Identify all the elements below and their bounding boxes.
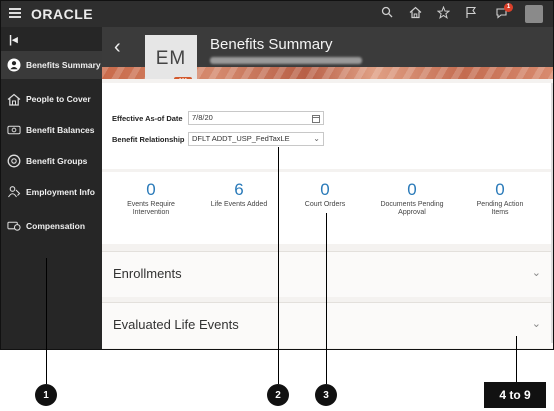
effective-date-field[interactable]: 7/8/20 <box>188 111 324 125</box>
benefit-relationship-select[interactable]: DFLT ADDT_USP_FedTaxLE ⌄ <box>188 132 324 146</box>
house-icon <box>7 92 21 106</box>
sidebar-item-compensation[interactable]: Compensation <box>1 212 102 240</box>
callout-1-leader <box>46 258 47 384</box>
stat-value: 0 <box>320 180 330 199</box>
stat-life-events-added[interactable]: 6 Life Events Added <box>199 180 279 209</box>
stat-label: Pending Action Items <box>476 201 524 216</box>
summary-counts: 0 Events Require Intervention 6 Life Eve… <box>102 172 553 244</box>
stat-court-orders[interactable]: 0 Court Orders <box>285 180 365 209</box>
search-icon[interactable] <box>379 6 395 22</box>
sidebar-item-employment-info[interactable]: Employment Info <box>1 178 102 206</box>
sidebar-item-benefit-balances[interactable]: Benefit Balances <box>1 116 102 144</box>
global-header: ORACLE 1 <box>1 1 553 27</box>
stat-label: Court Orders <box>304 201 346 208</box>
stat-label: Life Events Added <box>210 201 268 208</box>
page-title: Benefits Summary <box>210 36 333 53</box>
main-content: ‹ EM ••• Benefits Summary Effective As-o… <box>102 27 553 349</box>
avatar: EM <box>145 35 197 79</box>
stat-pending-action-items[interactable]: 0 Pending Action Items <box>460 180 540 217</box>
person-icon <box>7 58 21 72</box>
callout-2-leader <box>278 147 279 384</box>
balances-icon <box>7 123 21 137</box>
groups-icon <box>7 154 21 168</box>
back-icon[interactable]: ‹ <box>114 37 121 57</box>
stat-value: 6 <box>234 180 244 199</box>
employment-icon <box>7 185 21 199</box>
more-actions-button[interactable]: ••• <box>174 76 192 79</box>
compensation-icon <box>7 219 21 233</box>
menu-icon[interactable] <box>9 8 21 18</box>
sidebar-item-benefit-groups[interactable]: Benefit Groups <box>1 147 102 175</box>
callout-4-to-9: 4 to 9 <box>484 382 546 408</box>
section-title: Enrollments <box>113 266 182 281</box>
sidebar-item-label: Benefit Groups <box>26 156 88 166</box>
stat-value: 0 <box>495 180 505 199</box>
sidebar: |◂ Benefits Summary People to Cover Bene… <box>1 27 102 349</box>
stat-label: Events Require Intervention <box>127 201 175 216</box>
callout-4-9-leader <box>516 336 517 382</box>
callout-3: 3 <box>315 384 337 406</box>
section-enrollments[interactable]: Enrollments ⌄ <box>102 251 553 297</box>
collapse-sidebar-icon[interactable]: |◂ <box>9 33 18 46</box>
callout-2: 2 <box>267 384 289 406</box>
sidebar-item-label: Compensation <box>26 221 86 231</box>
callout-1: 1 <box>35 384 57 406</box>
home-icon[interactable] <box>407 6 423 22</box>
page-header: ‹ EM ••• Benefits Summary <box>102 27 553 79</box>
chevron-down-icon[interactable]: ⌄ <box>532 266 541 279</box>
filter-form: Effective As-of Date 7/8/20 Benefit Rela… <box>102 83 553 169</box>
stat-value: 0 <box>146 180 156 199</box>
effective-date-label: Effective As-of Date <box>112 114 183 123</box>
sidebar-item-label: Benefit Balances <box>26 125 95 135</box>
sidebar-item-label: Employment Info <box>26 187 95 197</box>
notifications-icon[interactable]: 1 <box>493 3 513 22</box>
stat-value: 0 <box>407 180 417 199</box>
stat-label: Documents Pending Approval <box>380 201 444 216</box>
sidebar-item-label: Benefits Summary <box>26 60 101 70</box>
section-title: Evaluated Life Events <box>113 317 239 332</box>
sidebar-item-people-to-cover[interactable]: People to Cover <box>1 85 102 113</box>
oracle-logo: ORACLE <box>31 6 94 22</box>
stat-documents-pending-approval[interactable]: 0 Documents Pending Approval <box>372 180 452 217</box>
chevron-down-icon: ⌄ <box>313 134 320 143</box>
app-window: ORACLE 1 |◂ Benefits Summary People to C… <box>0 0 554 350</box>
calendar-icon[interactable] <box>312 112 320 127</box>
star-icon[interactable] <box>435 5 451 22</box>
user-avatar[interactable] <box>525 5 543 23</box>
notification-badge: 1 <box>504 3 513 12</box>
callout-3-leader <box>326 213 327 384</box>
effective-date-value: 7/8/20 <box>192 113 213 122</box>
sidebar-item-label: People to Cover <box>26 94 91 104</box>
stat-events-require-intervention[interactable]: 0 Events Require Intervention <box>111 180 191 217</box>
section-evaluated-life-events[interactable]: Evaluated Life Events ⌄ <box>102 302 553 348</box>
benefit-relationship-label: Benefit Relationship <box>112 135 185 144</box>
sidebar-item-benefits-summary[interactable]: Benefits Summary <box>1 51 102 79</box>
chevron-down-icon[interactable]: ⌄ <box>532 317 541 330</box>
person-subtitle-redacted <box>210 57 362 64</box>
benefit-relationship-value: DFLT ADDT_USP_FedTaxLE <box>192 134 290 143</box>
flag-icon[interactable] <box>463 6 479 22</box>
